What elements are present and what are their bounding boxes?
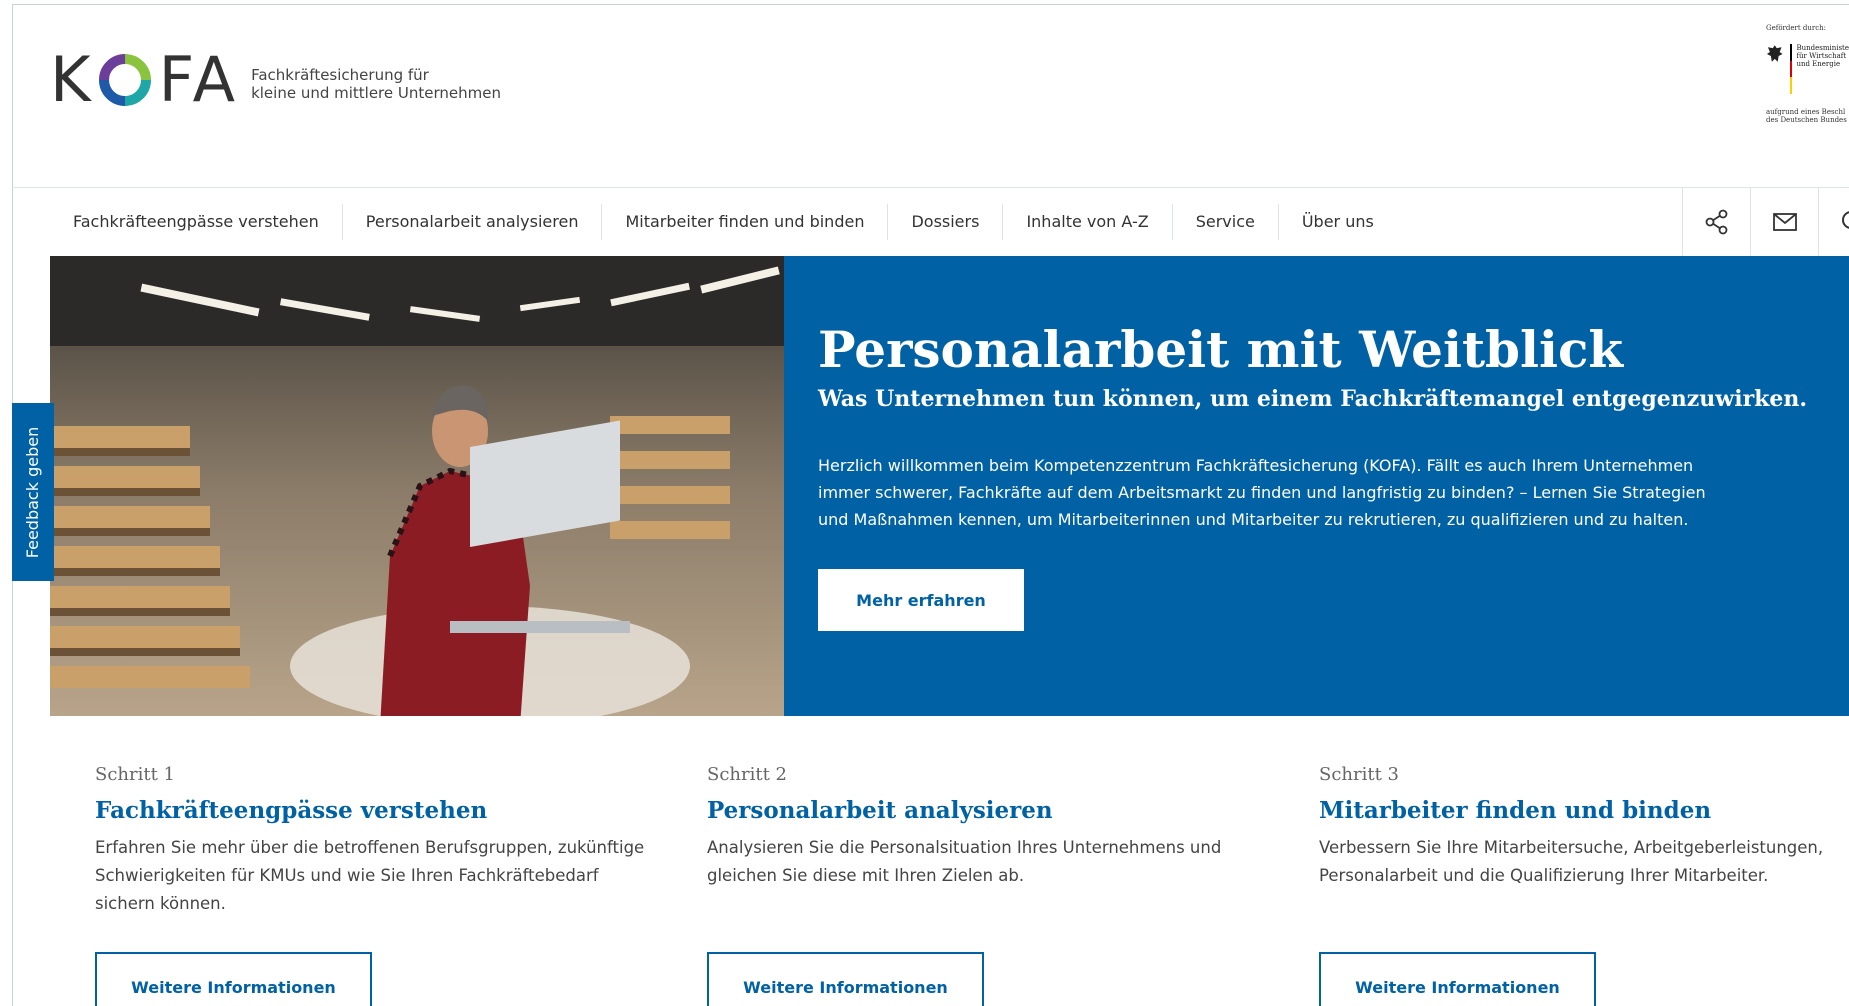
funder-label: Gefördert durch:: [1766, 24, 1827, 32]
logo-letters-fa: FA: [158, 43, 240, 116]
funder-resolution: aufgrund eines Beschl des Deutschen Bund…: [1766, 108, 1849, 124]
nav-item-inhalte-a-z[interactable]: Inhalte von A-Z: [1003, 204, 1173, 240]
logo-tagline-line1: Fachkräftesicherung für: [251, 66, 429, 84]
main-nav: Fachkräfteengpässe verstehen Personalarb…: [50, 188, 1397, 256]
step-label: Schritt 1: [95, 764, 176, 785]
page-frame-top: [12, 4, 1849, 5]
ministry-line3: und Energie: [1796, 60, 1841, 68]
nav-item-mitarbeiter[interactable]: Mitarbeiter finden und binden: [602, 204, 889, 240]
share-icon: [1705, 209, 1727, 235]
mail-button[interactable]: [1750, 188, 1818, 256]
ministry-line2: für Wirtschaft: [1796, 52, 1847, 60]
nav-item-personalarbeit[interactable]: Personalarbeit analysieren: [343, 204, 603, 240]
nav-item-ueber-uns[interactable]: Über uns: [1279, 204, 1397, 240]
step-title[interactable]: Mitarbeiter finden und binden: [1319, 797, 1849, 824]
weitere-informationen-button[interactable]: Weitere Informationen: [1319, 952, 1596, 1006]
step-title[interactable]: Personalarbeit analysieren: [707, 797, 1267, 824]
nav-item-service[interactable]: Service: [1173, 204, 1279, 240]
step-card-1: Schritt 1 Fachkräfteengpässe verstehen E…: [95, 764, 655, 1006]
mehr-erfahren-button[interactable]: Mehr erfahren: [818, 569, 1024, 631]
nav-item-fachkraefteengpaesse[interactable]: Fachkräfteengpässe verstehen: [50, 204, 343, 240]
funder-bottom-line2: des Deutschen Bundes: [1766, 116, 1847, 124]
ministry-name: Bundesministe für Wirtschaft und Energie: [1796, 44, 1849, 68]
step-description: Analysieren Sie die Personalsituation Ih…: [707, 838, 1222, 885]
weitere-informationen-button[interactable]: Weitere Informationen: [95, 952, 372, 1006]
search-button[interactable]: [1818, 188, 1849, 256]
feedback-tab[interactable]: Feedback geben: [12, 403, 54, 581]
hero-image: [50, 256, 784, 716]
kofa-logo[interactable]: K FA Fachkräftesicherung für kleine und …: [50, 43, 501, 116]
funder-logo[interactable]: Gefördert durch: Bundesministe für Wirts…: [1766, 24, 1849, 144]
search-icon: [1841, 211, 1849, 229]
german-flag-stripe: [1789, 44, 1793, 95]
step-description: Verbessern Sie Ihre Mitarbeitersuche, Ar…: [1319, 838, 1824, 885]
share-button[interactable]: [1682, 188, 1750, 256]
hero-intro-text: Herzlich willkommen beim Kompetenzzentru…: [818, 456, 1706, 529]
step-description: Erfahren Sie mehr über die betroffenen B…: [95, 838, 645, 913]
funder-bottom-line1: aufgrund eines Beschl: [1766, 108, 1846, 116]
nav-icon-group: [1682, 188, 1849, 256]
logo-tagline-line2: kleine und mittlere Unternehmen: [251, 84, 501, 102]
step-title[interactable]: Fachkräfteengpässe verstehen: [95, 797, 655, 824]
logo-tagline: Fachkräftesicherung für kleine und mittl…: [251, 66, 501, 102]
feedback-tab-label: Feedback geben: [23, 426, 43, 558]
logo-letter-k: K: [50, 43, 95, 116]
hero-subtitle: Was Unternehmen tun können, um einem Fac…: [818, 386, 1808, 412]
hero-panel: Personalarbeit mit Weitblick Was Unterne…: [784, 256, 1849, 716]
weitere-informationen-button[interactable]: Weitere Informationen: [707, 952, 984, 1006]
step-label: Schritt 2: [707, 764, 788, 785]
federal-eagle-icon: [1766, 45, 1783, 62]
hero-workshop-photo: [50, 256, 784, 716]
nav-item-dossiers[interactable]: Dossiers: [888, 204, 1004, 240]
step-card-2: Schritt 2 Personalarbeit analysieren Ana…: [707, 764, 1267, 1006]
logo-ring-icon: [98, 54, 151, 106]
hero-title: Personalarbeit mit Weitblick: [818, 320, 1624, 379]
mail-icon: [1772, 213, 1797, 231]
step-card-3: Schritt 3 Mitarbeiter finden und binden …: [1319, 764, 1849, 1006]
step-label: Schritt 3: [1319, 764, 1400, 785]
ministry-line1: Bundesministe: [1796, 44, 1849, 52]
